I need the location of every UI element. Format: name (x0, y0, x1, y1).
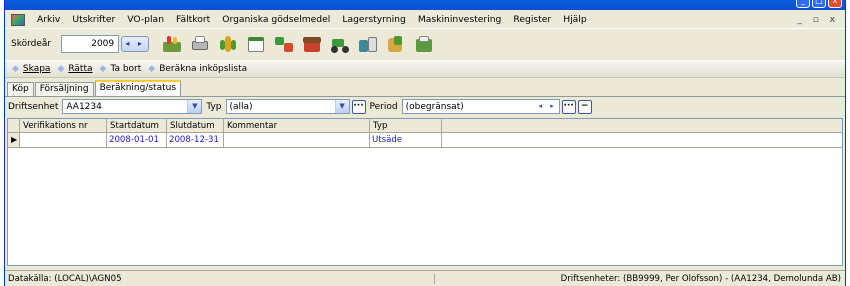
period-spinner-icon[interactable]: ◂ ▸ (537, 100, 559, 113)
field-icon[interactable] (161, 34, 183, 54)
menu-maskininvestering[interactable]: Maskininvestering (412, 14, 508, 25)
column-header-slutdatum[interactable]: Slutdatum (167, 119, 224, 132)
chevron-down-icon[interactable]: ▼ (187, 100, 202, 113)
cell-slutdatum[interactable]: 2008-12-31 (167, 133, 224, 147)
data-grid: Verifikations nr Startdatum Slutdatum Ko… (7, 118, 843, 266)
app-icon[interactable] (11, 13, 25, 26)
column-header-typ[interactable]: Typ (370, 119, 442, 132)
delete-button[interactable]: ◆ Ta bort (100, 64, 142, 74)
maximize-window-button[interactable]: □ (812, 0, 826, 8)
window-controls: _ □ x (796, 0, 842, 8)
application-window: _ □ x Arkiv Utskrifter VO-plan Fältkort … (4, 0, 846, 286)
minimize-window-button[interactable]: _ (796, 0, 810, 8)
storage-icon[interactable] (301, 34, 323, 54)
title-bar: _ □ x (5, 0, 845, 10)
create-button[interactable]: ◆ Skapa (12, 64, 50, 74)
typ-more-button[interactable]: ··· (351, 99, 366, 114)
close-window-button[interactable]: x (828, 0, 842, 8)
calculate-purchase-list-button[interactable]: ◆ Beräkna inköpslista (148, 64, 247, 74)
period-label: Period (369, 101, 398, 112)
bullet-icon: ◆ (12, 64, 19, 74)
chevron-down-icon[interactable]: ▼ (334, 100, 349, 113)
toolbar: Skördeår 2009 ◂ ▸ (5, 28, 845, 58)
row-indicator-icon: ▶ (8, 133, 20, 147)
grid-header: Verifikations nr Startdatum Slutdatum Ko… (8, 119, 842, 133)
bullet-icon: ◆ (57, 64, 65, 74)
typ-select[interactable]: (alla) ▼ (225, 99, 350, 114)
period-clear-button[interactable]: − (577, 99, 592, 114)
column-header-kommentar[interactable]: Kommentar (224, 119, 370, 132)
mdi-window-controls[interactable]: _ ▫ x (797, 15, 839, 25)
menu-faltkort[interactable]: Fältkort (170, 14, 216, 25)
action-bar: ◆ Skapa ◆ Rätta ◆ Ta bort ◆ Beräkna inköpsli… (5, 60, 845, 78)
calculator-icon[interactable] (357, 34, 379, 54)
tab-strip: Köp Försäljning Beräkning/status (7, 80, 182, 96)
cell-startdatum[interactable]: 2008-01-01 (107, 133, 167, 147)
edit-button[interactable]: ◆ Rätta (57, 64, 92, 74)
bullet-icon: ◆ (99, 64, 107, 74)
table-row[interactable]: ▶ 2008-01-01 2008-12-31 Utsäde (8, 133, 842, 148)
year-label: Skördeår (11, 38, 52, 49)
driftsenhet-label: Driftsenhet (8, 101, 59, 112)
period-select[interactable]: (obegränsat) ◂ ▸ (401, 99, 560, 114)
menu-register[interactable]: Register (507, 14, 557, 25)
column-header-startdatum[interactable]: Startdatum (107, 119, 167, 132)
tab-berakning-status[interactable]: Beräkning/status (94, 80, 182, 96)
tab-forsaljning[interactable]: Försäljning (34, 82, 94, 96)
column-header-verifikation[interactable]: Verifikations nr (20, 119, 107, 132)
menu-hjalp[interactable]: Hjälp (557, 14, 592, 25)
menu-bar: Arkiv Utskrifter VO-plan Fältkort Organi… (5, 11, 845, 28)
status-bar: Datakälla: (LOCAL)\AGN05 Driftsenheter: … (5, 270, 845, 286)
menu-utskrifter[interactable]: Utskrifter (66, 14, 121, 25)
seed-bag-icon[interactable] (385, 34, 407, 54)
menu-arkiv[interactable]: Arkiv (31, 14, 66, 25)
year-spinner[interactable]: ◂ ▸ (121, 35, 150, 52)
year-input[interactable]: 2009 (61, 34, 120, 53)
status-data-source: Datakälla: (LOCAL)\AGN05 (5, 273, 435, 284)
menu-vo-plan[interactable]: VO-plan (121, 14, 170, 25)
menu-organiska-godselmedel[interactable]: Organiska gödselmedel (216, 14, 336, 25)
grain-icon[interactable] (217, 34, 239, 54)
filter-bar: Driftsenhet AA1234 ▼ Typ (alla) ▼ ··· Pe… (5, 96, 845, 116)
tab-kop[interactable]: Köp (7, 82, 34, 96)
cell-verifikation[interactable] (20, 133, 107, 147)
cell-kommentar[interactable] (224, 133, 370, 147)
period-more-button[interactable]: ··· (561, 99, 576, 114)
bullet-icon: ◆ (148, 64, 156, 74)
printer-icon[interactable] (189, 34, 211, 54)
cell-typ[interactable]: Utsäde (370, 133, 442, 147)
report-icon[interactable] (413, 34, 435, 54)
menu-lagerstyrning[interactable]: Lagerstyrning (336, 14, 411, 25)
calendar-icon[interactable] (245, 34, 267, 54)
status-units: Driftsenheter: (BB9999, Per Olofsson) - … (560, 273, 841, 284)
manure-icon[interactable] (273, 34, 295, 54)
row-indicator-header (8, 119, 20, 132)
tractor-icon[interactable] (329, 34, 351, 54)
typ-label: Typ (206, 101, 222, 112)
driftsenhet-select[interactable]: AA1234 ▼ (62, 99, 203, 114)
